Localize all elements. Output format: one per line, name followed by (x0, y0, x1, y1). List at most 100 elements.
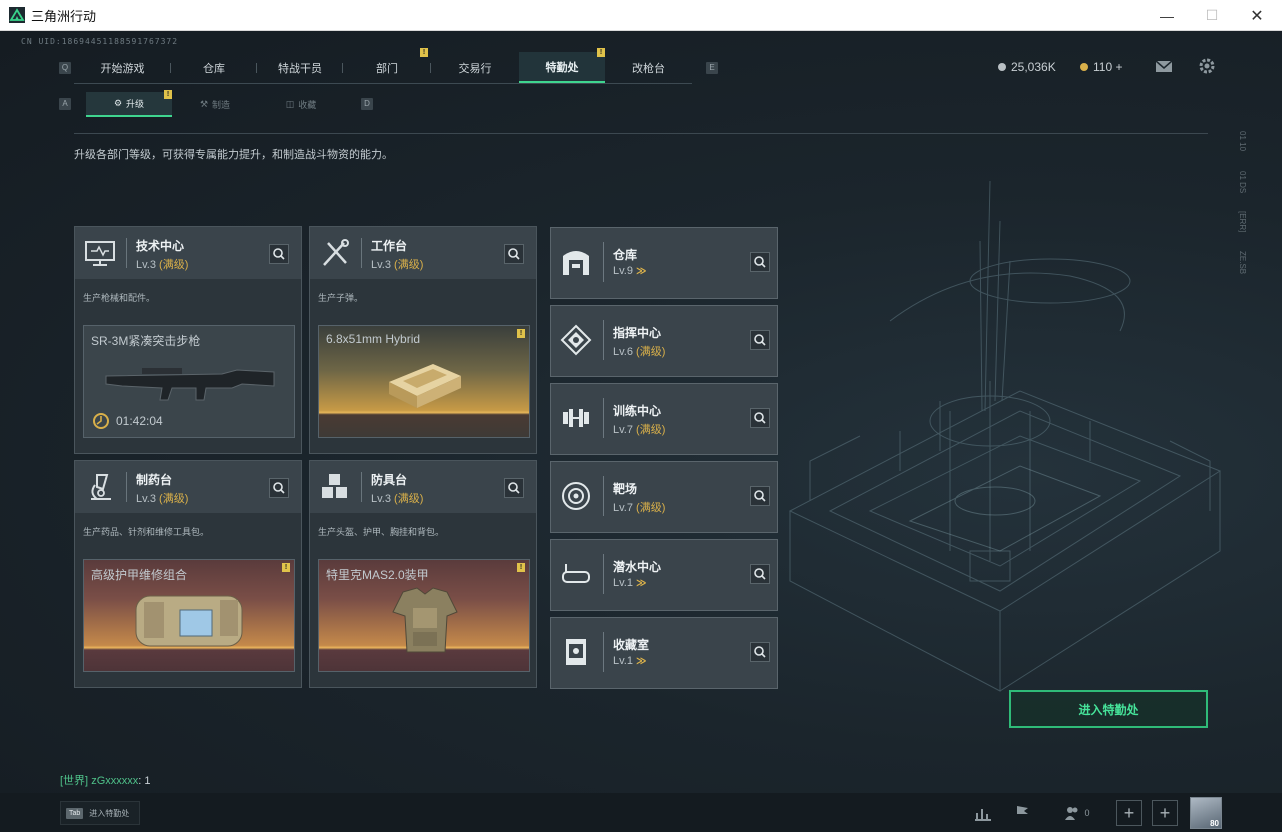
facility-card-pharmacy[interactable]: 制药台 Lv.3 (满级) 生产药品、针剂和维修工具包。 高级护甲维修组合 ! (74, 460, 302, 688)
separator (603, 632, 604, 672)
coin-balance[interactable]: 25,036K (998, 60, 1056, 74)
level-value: Lv.1 (613, 577, 633, 589)
max-level-tag: (满级) (636, 424, 666, 436)
page-description: 升级各部门等级，可获得专属能力提升，和制造战斗物资的能力。 (74, 149, 393, 161)
add-party-slot-2[interactable]: + (1152, 800, 1178, 826)
production-slot[interactable]: 特里克MAS2.0装甲 ! (318, 559, 530, 672)
microscope-icon (91, 474, 111, 500)
tab-label: 交易行 (458, 62, 492, 75)
repair-kit-image (135, 595, 243, 647)
search-icon (754, 334, 766, 346)
magnify-button[interactable] (750, 486, 770, 506)
facility-description: 生产头盔、护甲、胸挂和背包。 (318, 527, 445, 537)
magnify-button[interactable] (750, 564, 770, 584)
search-icon (508, 482, 520, 494)
nav-left-key[interactable]: Q (59, 62, 71, 74)
facility-card-tech-center[interactable]: 技术中心 Lv.3 (满级) 生产枪械和配件。 SR-3M紧凑突击步枪 01:4… (74, 226, 302, 454)
side-facility-diving-center[interactable]: 潜水中心 Lv.1 ≫ (550, 539, 778, 611)
facility-name: 工作台 (371, 239, 408, 253)
sub-navigation: ⚙ 升级! ⚒ 制造 ◫ 收藏 (86, 90, 344, 117)
magnify-button[interactable] (504, 478, 524, 498)
player-avatar[interactable]: 80 (1190, 797, 1222, 829)
side-facility-collection-room[interactable]: 收藏室 Lv.1 ≫ (550, 617, 778, 689)
magnify-button[interactable] (269, 478, 289, 498)
tab-start-game[interactable]: 开始游戏 (74, 52, 171, 83)
timer-icon (93, 413, 109, 429)
facility-level: Lv.3 (满级) (371, 490, 423, 506)
flag-icon[interactable] (1010, 800, 1036, 826)
craft-icon: ⚒ (199, 99, 209, 109)
level-value: Lv.3 (136, 259, 156, 271)
facility-level: Lv.9 ≫ (613, 265, 647, 277)
facility-card-workbench[interactable]: 工作台 Lv.3 (满级) 生产子弹。 6.8x51mm Hybrid ! (309, 226, 537, 454)
nav-right-key[interactable]: E (706, 62, 718, 74)
subnav-left-key[interactable]: A (59, 98, 71, 110)
maximize-icon[interactable]: ☐ (1189, 0, 1235, 31)
rifle-image (105, 368, 275, 401)
subtab-collection[interactable]: ◫ 收藏 (258, 92, 344, 117)
upgrade-arrow-icon: ≫ (636, 656, 647, 667)
warehouse-icon (563, 251, 589, 275)
chat-message: : 1 (138, 775, 151, 787)
add-party-slot-1[interactable]: + (1116, 800, 1142, 826)
facility-name: 靶场 (613, 482, 638, 496)
tab-gunsmith[interactable]: 改枪台 (605, 52, 692, 83)
chat-channel: [世界] (60, 775, 89, 787)
mail-icon[interactable] (1154, 57, 1174, 75)
search-icon (754, 490, 766, 502)
gear-icon[interactable] (1197, 57, 1217, 75)
game-screen: CN UID:18694451188591767372 Q 开始游戏 仓库 特战… (0, 31, 1282, 832)
separator (361, 472, 362, 502)
magnify-button[interactable] (504, 244, 524, 264)
tab-label: 特勤处 (545, 61, 579, 74)
side-facility-command-center[interactable]: 指挥中心 Lv.6 (满级) (550, 305, 778, 377)
upgrade-arrow-icon: ≫ (636, 578, 647, 589)
facility-level: Lv.7 (满级) (613, 499, 665, 515)
magnify-button[interactable] (750, 252, 770, 272)
subnav-right-key[interactable]: D (361, 98, 373, 110)
target-icon (562, 482, 590, 510)
friends-button[interactable]: 0 (1060, 800, 1094, 826)
top-navigation: 开始游戏 仓库 特战干员 部门! 交易行 特勤处! 改枪台 (74, 48, 692, 84)
minimize-icon[interactable]: — (1144, 0, 1190, 31)
tab-trade[interactable]: 交易行 (431, 52, 519, 83)
production-slot[interactable]: 高级护甲维修组合 ! (83, 559, 295, 672)
points-balance[interactable]: 110 + (1080, 60, 1122, 74)
level-value: Lv.9 (613, 265, 633, 277)
world-chat-line[interactable]: [世界] zGxxxxxx: 1 (60, 772, 150, 788)
facility-name: 指挥中心 (613, 326, 662, 340)
tab-shortcut-hint[interactable]: Tab 进入特勤处 (60, 801, 140, 825)
side-facility-warehouse[interactable]: 仓库 Lv.9 ≫ (550, 227, 778, 299)
magnify-button[interactable] (750, 642, 770, 662)
search-icon (754, 256, 766, 268)
facility-card-armor-bench[interactable]: 防具台 Lv.3 (满级) 生产头盔、护甲、胸挂和背包。 特里克MAS2.0装甲… (309, 460, 537, 688)
window-title: 三角洲行动 (31, 8, 97, 24)
production-slot[interactable]: SR-3M紧凑突击步枪 01:42:04 (83, 325, 295, 438)
magnify-button[interactable] (750, 330, 770, 350)
level-value: Lv.3 (371, 259, 391, 271)
production-slot[interactable]: 6.8x51mm Hybrid ! (318, 325, 530, 438)
facility-level: Lv.6 (满级) (613, 343, 665, 359)
close-icon[interactable]: ✕ (1234, 0, 1280, 31)
subtab-craft[interactable]: ⚒ 制造 (172, 92, 258, 117)
magnify-button[interactable] (750, 408, 770, 428)
side-facility-shooting-range[interactable]: 靶场 Lv.7 (满级) (550, 461, 778, 533)
subtab-upgrade[interactable]: ⚙ 升级! (86, 90, 172, 117)
stats-icon[interactable] (970, 800, 996, 826)
separator (603, 476, 604, 516)
side-code: [ERR] (1238, 211, 1247, 233)
facility-level: Lv.3 (满级) (371, 256, 423, 272)
magnify-button[interactable] (269, 244, 289, 264)
max-level-tag: (满级) (159, 493, 189, 505)
bottom-bar: Tab 进入特勤处 0 + + 80 (0, 793, 1282, 832)
tab-special-ops[interactable]: 特勤处! (519, 48, 605, 83)
side-facility-training-center[interactable]: 训练中心 Lv.7 (满级) (550, 383, 778, 455)
max-level-tag: (满级) (636, 346, 666, 358)
tab-department[interactable]: 部门! (343, 48, 431, 83)
enter-special-ops-button[interactable]: 进入特勤处 (1009, 690, 1208, 728)
facility-name: 潜水中心 (613, 560, 662, 574)
facility-level: Lv.1 ≫ (613, 577, 647, 589)
cubes-icon (322, 474, 347, 498)
tab-operators[interactable]: 特战干员 (257, 52, 343, 83)
tab-warehouse[interactable]: 仓库 (171, 52, 257, 83)
